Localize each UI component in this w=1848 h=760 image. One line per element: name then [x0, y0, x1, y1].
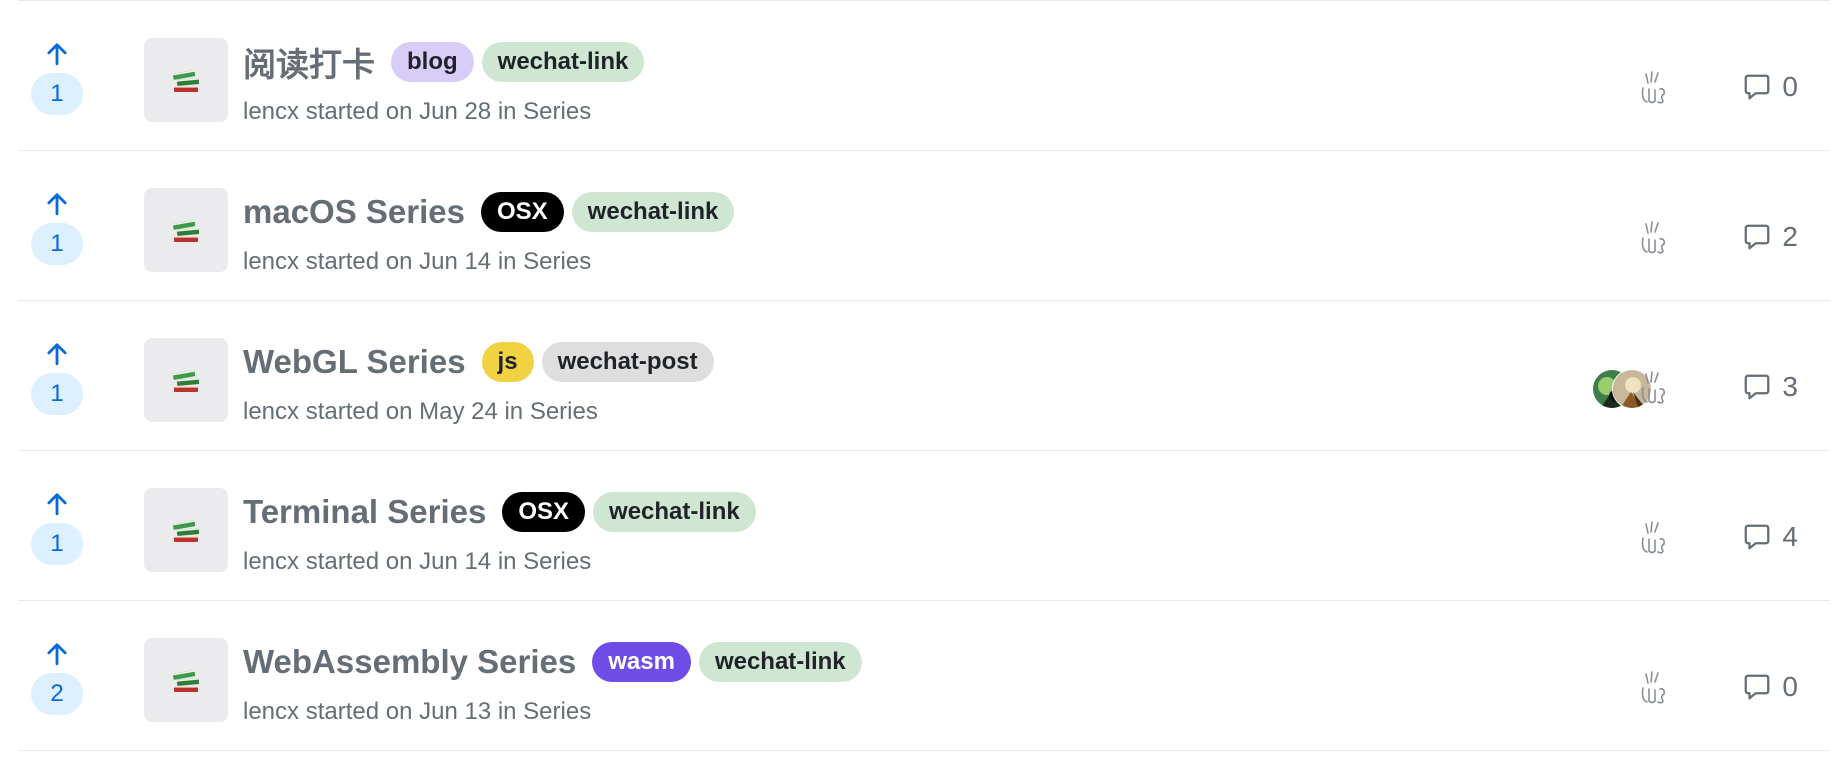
upvote-button[interactable]: 1	[31, 341, 83, 415]
participants	[1638, 219, 1670, 259]
label-wechat-link[interactable]: wechat-link	[481, 42, 645, 82]
comment-count: 2	[1782, 221, 1798, 252]
comment-count-link[interactable]: 0	[1742, 71, 1798, 103]
avatar-stack	[1638, 220, 1670, 258]
books-icon	[172, 670, 200, 692]
avatar-lencx[interactable]	[1638, 370, 1670, 408]
discussion-content: WebGL Series js wechat-post lencx started…	[243, 338, 722, 426]
label-wechat-link[interactable]: wechat-link	[593, 492, 756, 532]
comment-icon	[1745, 674, 1770, 700]
avatar-stack	[1638, 70, 1670, 108]
label-wechat-post[interactable]: wechat-post	[541, 342, 714, 382]
avatar-lencx[interactable]	[1638, 70, 1670, 108]
comment-icon	[1745, 524, 1770, 550]
comment-count-link[interactable]: 2	[1742, 221, 1798, 253]
title-line: macOS Series OSX wechat-link	[243, 188, 742, 236]
category-emoji-books	[144, 38, 228, 122]
participants	[1638, 669, 1670, 709]
label-blog[interactable]: blog	[391, 42, 474, 82]
avatar-lencx[interactable]	[1638, 670, 1670, 708]
comment-count-link[interactable]: 3	[1742, 371, 1798, 403]
category-emoji-books	[144, 638, 228, 722]
label-wasm[interactable]: wasm	[592, 642, 691, 682]
discussion-content: 阅读打卡 blog wechat-link lencx started on Ju…	[243, 38, 652, 126]
vote-count: 1	[31, 223, 83, 265]
label-group: blog wechat-link	[391, 42, 652, 82]
label-group: OSX wechat-link	[502, 492, 763, 532]
discussion-title[interactable]: 阅读打卡	[243, 38, 375, 86]
vote-count: 1	[31, 73, 83, 115]
category-emoji-books	[144, 488, 228, 572]
vote-count: 2	[31, 673, 83, 715]
comment-count: 3	[1782, 371, 1798, 402]
discussion-title[interactable]: Terminal Series	[243, 493, 486, 531]
comment-icon	[1745, 74, 1770, 100]
title-line: 阅读打卡 blog wechat-link	[243, 38, 652, 86]
comment-icon	[1745, 374, 1770, 400]
discussion-row-3[interactable]: 1 WebGL Series js wechat-post lencx start…	[18, 301, 1830, 451]
vote-count: 1	[31, 373, 83, 415]
category-emoji-books	[144, 188, 228, 272]
discussion-row-4[interactable]: 1 Terminal Series OSX wechat-link lencx s…	[18, 451, 1830, 601]
comment-count-link[interactable]: 4	[1742, 521, 1798, 553]
upvote-button[interactable]: 1	[31, 491, 83, 565]
discussion-content: Terminal Series OSX wechat-link lencx sta…	[243, 488, 764, 576]
upvote-button[interactable]: 1	[31, 41, 83, 115]
label-wechat-link[interactable]: wechat-link	[698, 642, 862, 682]
discussion-content: macOS Series OSX wechat-link lencx starte…	[243, 188, 742, 276]
avatar-stack	[1592, 369, 1670, 409]
upvote-button[interactable]: 2	[31, 641, 83, 715]
comment-count: 4	[1782, 521, 1798, 552]
discussion-meta: lencx started on Jun 14 in Series	[243, 548, 592, 575]
comment-count-link[interactable]: 0	[1742, 671, 1798, 703]
books-icon	[172, 220, 200, 242]
upvote-button[interactable]: 1	[31, 191, 83, 265]
label-group: OSX wechat-link	[480, 192, 742, 232]
label-OSX[interactable]: OSX	[502, 492, 586, 532]
discussion-title[interactable]: WebGL Series	[243, 343, 466, 381]
discussion-meta: lencx started on Jun 28 in Series	[243, 98, 592, 125]
participants	[1592, 369, 1670, 409]
label-wechat-link[interactable]: wechat-link	[571, 192, 735, 232]
avatar-stack	[1638, 670, 1670, 708]
participants	[1638, 519, 1670, 559]
title-line: WebGL Series js wechat-post	[243, 338, 722, 386]
vote-count: 1	[31, 523, 83, 565]
avatar-lencx[interactable]	[1638, 220, 1670, 258]
discussion-row-5[interactable]: 2 WebAssembly Series wasm wechat-link len…	[18, 601, 1830, 751]
category-emoji-books	[144, 338, 228, 422]
arrow-up-icon	[47, 193, 67, 216]
books-icon	[172, 370, 200, 392]
discussion-title[interactable]: WebAssembly Series	[243, 643, 576, 681]
label-OSX[interactable]: OSX	[480, 192, 564, 232]
title-line: WebAssembly Series wasm wechat-link	[243, 638, 870, 686]
discussion-list: 1 阅读打卡 blog wechat-link lencx started on …	[18, 0, 1830, 751]
discussion-row-2[interactable]: 1 macOS Series OSX wechat-link lencx star…	[18, 151, 1830, 301]
books-icon	[172, 520, 200, 542]
label-js[interactable]: js	[481, 342, 534, 382]
discussion-meta: lencx started on May 24 in Series	[243, 398, 598, 425]
avatar-stack	[1638, 520, 1670, 558]
comment-count: 0	[1782, 71, 1798, 102]
arrow-up-icon	[47, 493, 67, 516]
label-group: js wechat-post	[481, 342, 722, 382]
discussion-content: WebAssembly Series wasm wechat-link lencx…	[243, 638, 870, 726]
title-line: Terminal Series OSX wechat-link	[243, 488, 764, 536]
avatar-lencx[interactable]	[1638, 520, 1670, 558]
books-icon	[172, 70, 200, 92]
comment-count: 0	[1782, 671, 1798, 702]
arrow-up-icon	[47, 43, 67, 66]
arrow-up-icon	[47, 343, 67, 366]
discussion-title[interactable]: macOS Series	[243, 193, 465, 231]
comment-icon	[1745, 224, 1770, 250]
discussion-meta: lencx started on Jun 13 in Series	[243, 698, 592, 725]
discussion-row-1[interactable]: 1 阅读打卡 blog wechat-link lencx started on …	[18, 1, 1830, 151]
label-group: wasm wechat-link	[592, 642, 869, 682]
arrow-up-icon	[47, 643, 67, 666]
discussion-meta: lencx started on Jun 14 in Series	[243, 248, 592, 275]
participants	[1638, 69, 1670, 109]
